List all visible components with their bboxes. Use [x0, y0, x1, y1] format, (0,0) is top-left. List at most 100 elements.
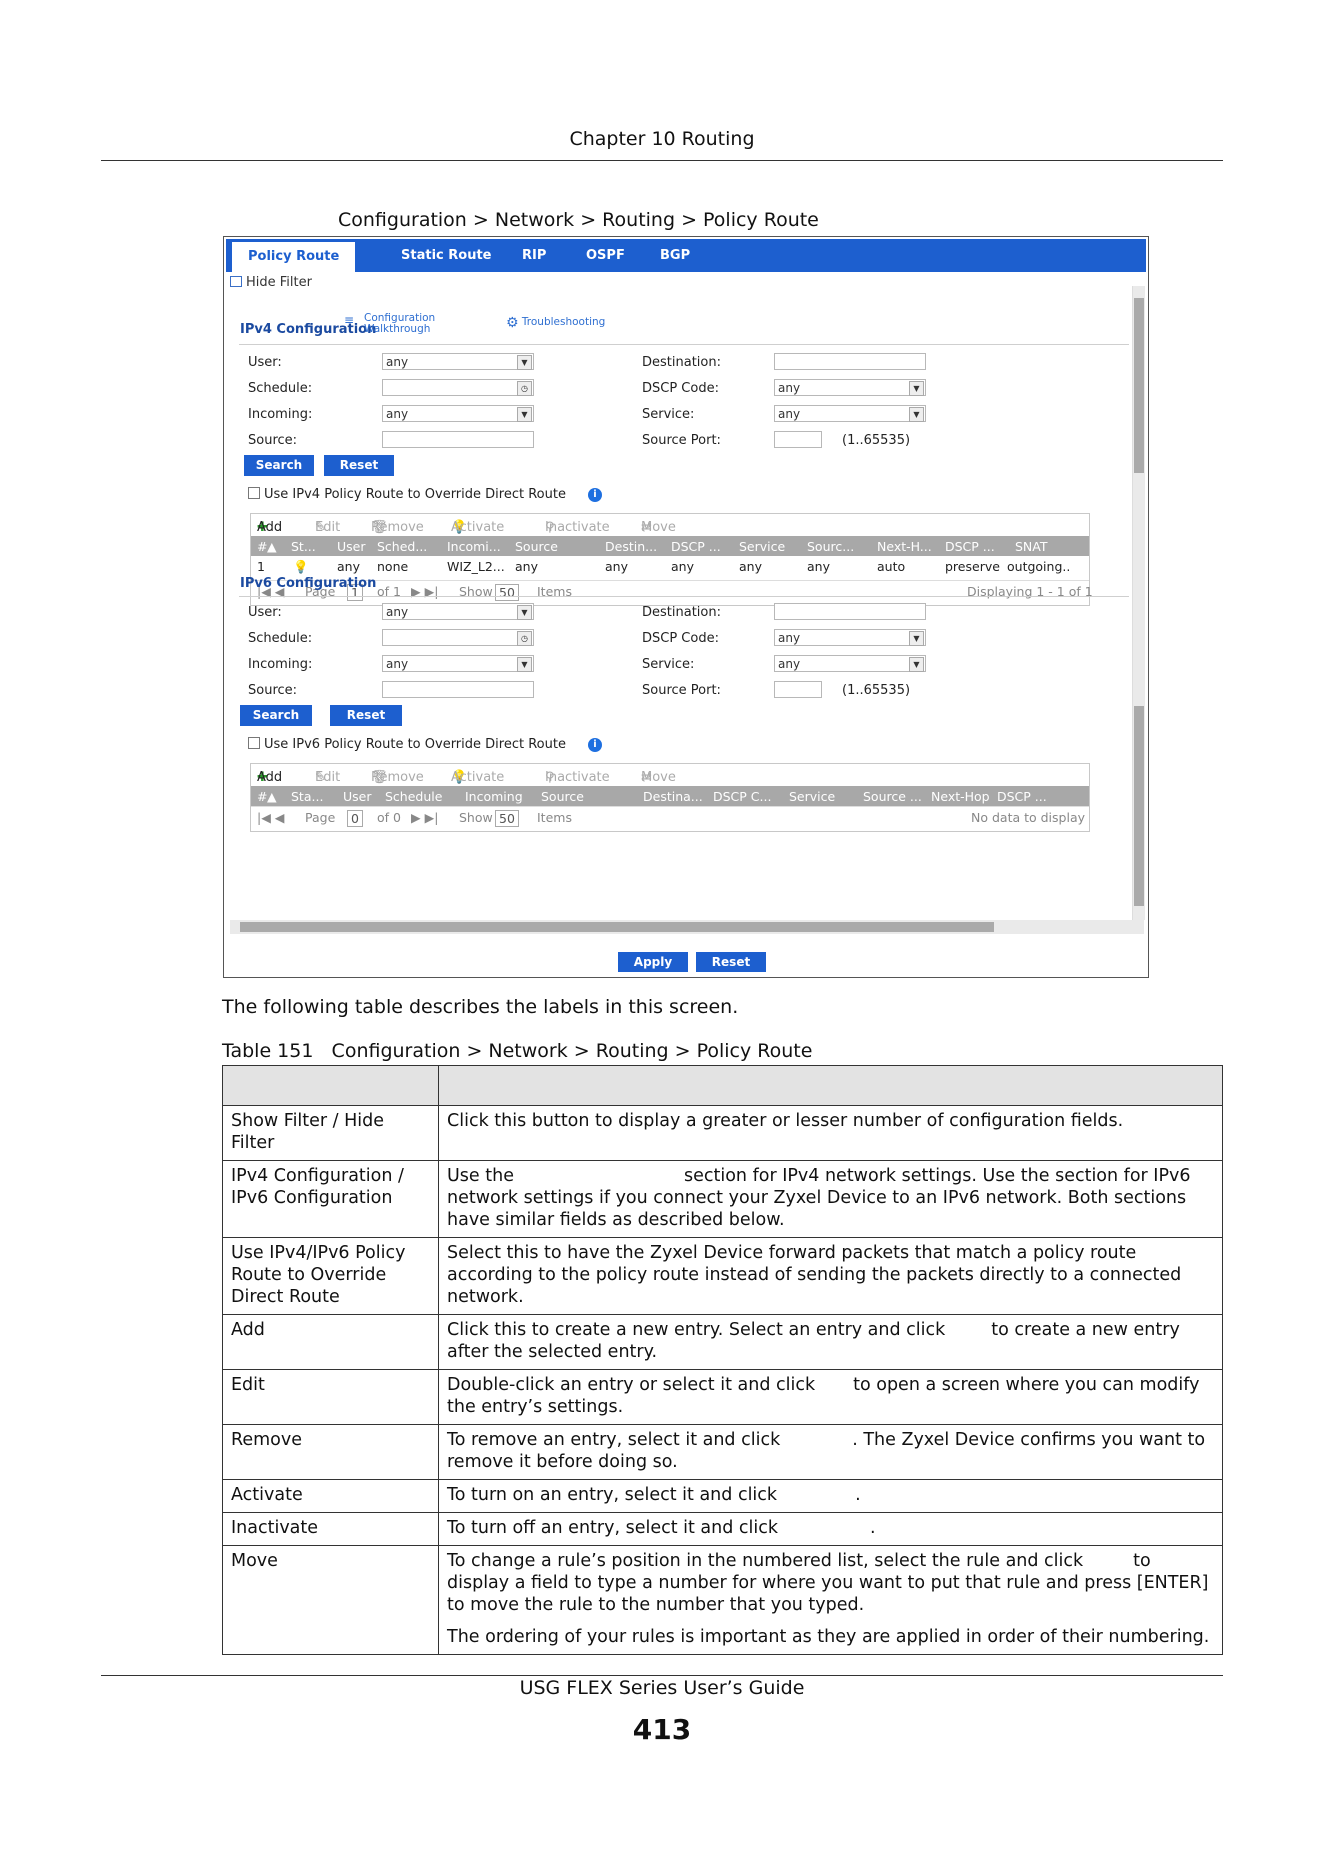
grid-header: # ▲ Sta... User Schedule Incoming Source… — [251, 786, 1089, 806]
troubleshooting-link[interactable]: ⚙ Troubleshooting — [506, 315, 605, 331]
col-snat[interactable]: SNAT — [1015, 539, 1048, 554]
destination-input[interactable] — [774, 603, 926, 620]
col-destination[interactable]: Destina... — [643, 789, 703, 804]
dscp-label: DSCP Code: — [642, 631, 719, 646]
col-dscp-marking[interactable]: DSCP ... — [945, 539, 995, 554]
clock-icon: ◷ — [517, 381, 532, 396]
tab-policy-route[interactable]: Policy Route — [232, 242, 356, 272]
col-dscp[interactable]: DSCP ... — [671, 539, 721, 554]
horizontal-scrollbar[interactable] — [230, 920, 1144, 934]
incoming-label: Incoming: — [248, 657, 313, 672]
destination-label: Destination: — [642, 605, 721, 620]
incoming-select[interactable]: any ▼ — [382, 655, 534, 672]
intro-text: The following table describes the labels… — [222, 996, 739, 1018]
ipv6-override-checkbox[interactable]: Use IPv6 Policy Route to Override Direct… — [248, 737, 566, 752]
grid-pager: |◀ ◀ Page 0 of 0 ▶ ▶| Show 50 Items No d… — [251, 806, 1089, 831]
col-status[interactable]: Sta... — [291, 789, 323, 804]
search-button[interactable]: Search — [240, 705, 312, 726]
col-next-hop[interactable]: Next-Hop — [931, 789, 990, 804]
col-user[interactable]: User — [337, 539, 366, 554]
tab-bgp[interactable]: BGP — [660, 239, 690, 272]
sort-asc-icon: ▲ — [267, 539, 277, 554]
col-next-hop[interactable]: Next-H... — [877, 539, 932, 554]
source-port-range: (1..65535) — [842, 433, 911, 448]
col-status[interactable]: St... — [291, 539, 316, 554]
user-label: User: — [248, 605, 282, 620]
table-row: Remove To remove an entry, select it and… — [222, 1424, 1223, 1480]
vertical-scrollbar[interactable] — [1132, 286, 1145, 920]
grid-header: # ▲ St... User Sched... Incomi... Source… — [251, 536, 1089, 556]
chevron-down-icon: ▼ — [909, 631, 924, 646]
source-input[interactable] — [382, 431, 534, 448]
service-select[interactable]: any ▼ — [774, 655, 926, 672]
source-port-input[interactable] — [774, 431, 822, 448]
col-source-port[interactable]: Source ... — [863, 789, 922, 804]
source-input[interactable] — [382, 681, 534, 698]
col-incoming[interactable]: Incoming — [465, 789, 523, 804]
page-size-select[interactable]: 50 — [495, 584, 519, 601]
col-service[interactable]: Service — [739, 539, 785, 554]
col-dscp-marking[interactable]: DSCP ... — [997, 789, 1047, 804]
info-icon[interactable]: i — [588, 738, 602, 752]
col-dscp[interactable]: DSCP C... — [713, 789, 771, 804]
col-source[interactable]: Source — [515, 539, 558, 554]
first-page-icon[interactable]: |◀ ◀ — [257, 810, 284, 825]
ipv6-policy-grid: ✚ Add ✎ Edit 🗑 Remove 💡 Activate ⚲ Inact… — [250, 763, 1090, 832]
ipv4-override-checkbox[interactable]: Use IPv4 Policy Route to Override Direct… — [248, 487, 566, 502]
table-row[interactable]: 1 💡 any none WIZ_L2... any any any any a… — [251, 556, 1089, 580]
grid-pager: |◀ ◀ Page 1 of 1 ▶ ▶| Show 50 Items Disp… — [251, 580, 1093, 605]
schedule-label: Schedule: — [248, 381, 313, 396]
tab-bar: Policy Route Static Route RIP OSPF BGP — [226, 239, 1146, 272]
user-select[interactable]: any ▼ — [382, 353, 534, 370]
col-index[interactable]: # — [257, 789, 267, 804]
col-schedule[interactable]: Sched... — [377, 539, 427, 554]
table-row: Move To change a rule’s position in the … — [222, 1545, 1223, 1655]
reset-filter-button[interactable]: Reset — [324, 455, 394, 476]
schedule-select[interactable]: ◷ — [382, 629, 534, 646]
search-button[interactable]: Search — [244, 455, 314, 476]
tab-ospf[interactable]: OSPF — [586, 239, 625, 272]
hide-filter-button[interactable]: Hide Filter — [230, 275, 312, 290]
source-port-range: (1..65535) — [842, 683, 911, 698]
info-icon[interactable]: i — [588, 488, 602, 502]
col-source[interactable]: Source — [541, 789, 584, 804]
incoming-select[interactable]: any ▼ — [382, 405, 534, 422]
tab-rip[interactable]: RIP — [522, 239, 546, 272]
chevron-down-icon: ▼ — [517, 657, 532, 672]
chevron-down-icon: ▼ — [517, 605, 532, 620]
dscp-select[interactable]: any ▼ — [774, 629, 926, 646]
col-user[interactable]: User — [343, 789, 372, 804]
table-row: Show Filter / Hide Filter Click this but… — [222, 1105, 1223, 1161]
tab-static-route[interactable]: Static Route — [401, 239, 491, 272]
service-select[interactable]: any ▼ — [774, 405, 926, 422]
destination-input[interactable] — [774, 353, 926, 370]
col-incoming[interactable]: Incomi... — [447, 539, 501, 554]
service-label: Service: — [642, 407, 695, 422]
grid-toolbar: ✚ Add ✎ Edit 🗑 Remove 💡 Activate ⚲ Inact… — [257, 770, 676, 785]
footer-guide-title: USG FLEX Series User’s Guide — [519, 1677, 805, 1699]
col-service[interactable]: Service — [789, 789, 835, 804]
source-port-input[interactable] — [774, 681, 822, 698]
chevron-down-icon: ▼ — [517, 355, 532, 370]
chevron-down-icon: ▼ — [517, 407, 532, 422]
reset-button[interactable]: Reset — [696, 952, 766, 972]
figure-caption: Configuration > Network > Routing > Poli… — [338, 209, 819, 231]
page-size-select[interactable]: 50 — [495, 810, 519, 827]
walkthrough-link[interactable]: ≡ Configuration Walkthrough — [344, 313, 435, 335]
schedule-select[interactable]: ◷ — [382, 379, 534, 396]
page-input[interactable]: 0 — [347, 810, 363, 827]
gear-icon: ⚙ — [506, 315, 519, 331]
source-label: Source: — [248, 683, 298, 698]
service-label: Service: — [642, 657, 695, 672]
col-index[interactable]: # — [257, 539, 267, 554]
col-schedule[interactable]: Schedule — [385, 789, 442, 804]
col-source-port[interactable]: Sourc... — [807, 539, 854, 554]
ipv6-title: IPv6 Configuration — [240, 576, 377, 591]
table-row: Edit Double-click an entry or select it … — [222, 1369, 1223, 1425]
col-destination[interactable]: Destin... — [605, 539, 657, 554]
dscp-select[interactable]: any ▼ — [774, 379, 926, 396]
next-page-icon[interactable]: ▶ ▶| — [411, 810, 438, 825]
user-select[interactable]: any ▼ — [382, 603, 534, 620]
reset-filter-button[interactable]: Reset — [330, 705, 402, 726]
apply-button[interactable]: Apply — [618, 952, 688, 972]
